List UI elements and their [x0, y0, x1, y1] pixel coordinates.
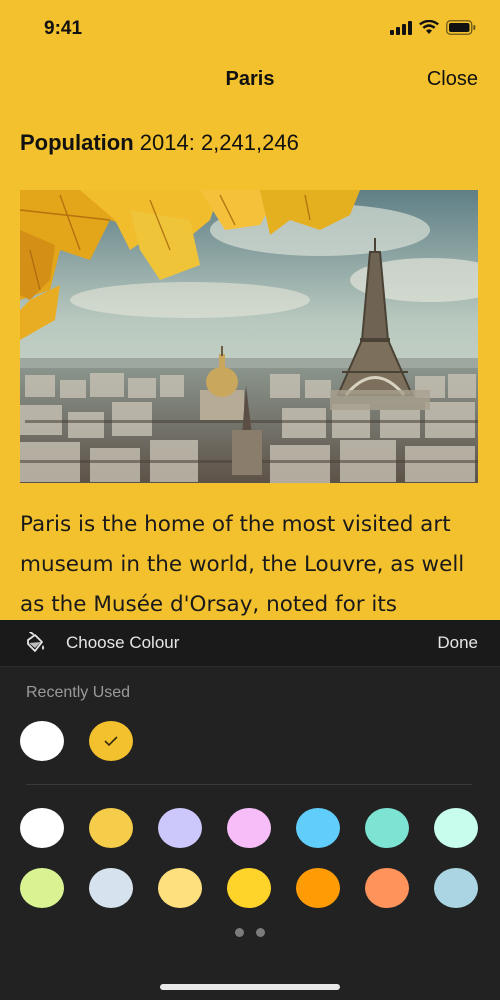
palette-swatch[interactable] — [434, 868, 478, 908]
home-indicator[interactable] — [160, 984, 340, 990]
palette-swatch[interactable] — [296, 868, 340, 908]
palette-swatch[interactable] — [227, 808, 271, 848]
palette-swatch[interactable] — [434, 808, 478, 848]
page-indicator — [0, 928, 500, 937]
wifi-icon — [419, 20, 439, 34]
palette-swatch[interactable] — [89, 808, 133, 848]
page-title: Paris — [225, 68, 275, 90]
population-value: 2014: 2,241,246 — [139, 130, 299, 155]
checkmark-icon — [89, 721, 133, 761]
done-button[interactable]: Done — [437, 633, 478, 653]
sheet-title: Choose Colour — [66, 633, 180, 652]
paris-city-photo — [20, 190, 478, 483]
palette-swatch[interactable] — [20, 808, 64, 848]
status-icons — [390, 20, 476, 35]
palette-swatch[interactable] — [365, 868, 409, 908]
palette-swatch[interactable] — [89, 868, 133, 908]
recently-used-label: Recently Used — [26, 684, 131, 701]
palette-swatch[interactable] — [227, 868, 271, 908]
population-label: Population — [20, 130, 134, 155]
battery-icon — [446, 20, 476, 35]
palette-swatch[interactable] — [365, 808, 409, 848]
divider — [26, 784, 472, 785]
population-line: Population 2014: 2,241,246 — [20, 130, 299, 156]
sheet-header: Choose Colour Done — [0, 620, 500, 667]
palette-swatch[interactable] — [296, 808, 340, 848]
description-text: Paris is the home of the most visited ar… — [20, 512, 465, 617]
palette-swatch[interactable] — [20, 868, 64, 908]
palette-swatch[interactable] — [158, 808, 202, 848]
paint-bucket-icon — [24, 631, 46, 659]
palette-swatch[interactable] — [158, 868, 202, 908]
recent-swatch[interactable] — [20, 721, 64, 761]
page-dot[interactable] — [256, 928, 265, 937]
signal-icon — [390, 20, 412, 35]
recent-swatch-selected[interactable] — [89, 721, 133, 761]
colour-picker-sheet: Choose Colour Done Recently Used — [0, 620, 500, 1000]
phone-screen: 9:41 Paris Close Population 2014: 2,241,… — [0, 0, 500, 1000]
close-button[interactable]: Close — [427, 68, 478, 91]
page-dot[interactable] — [235, 928, 244, 937]
status-time: 9:41 — [44, 18, 83, 39]
status-bar: 9:41 — [0, 0, 500, 58]
